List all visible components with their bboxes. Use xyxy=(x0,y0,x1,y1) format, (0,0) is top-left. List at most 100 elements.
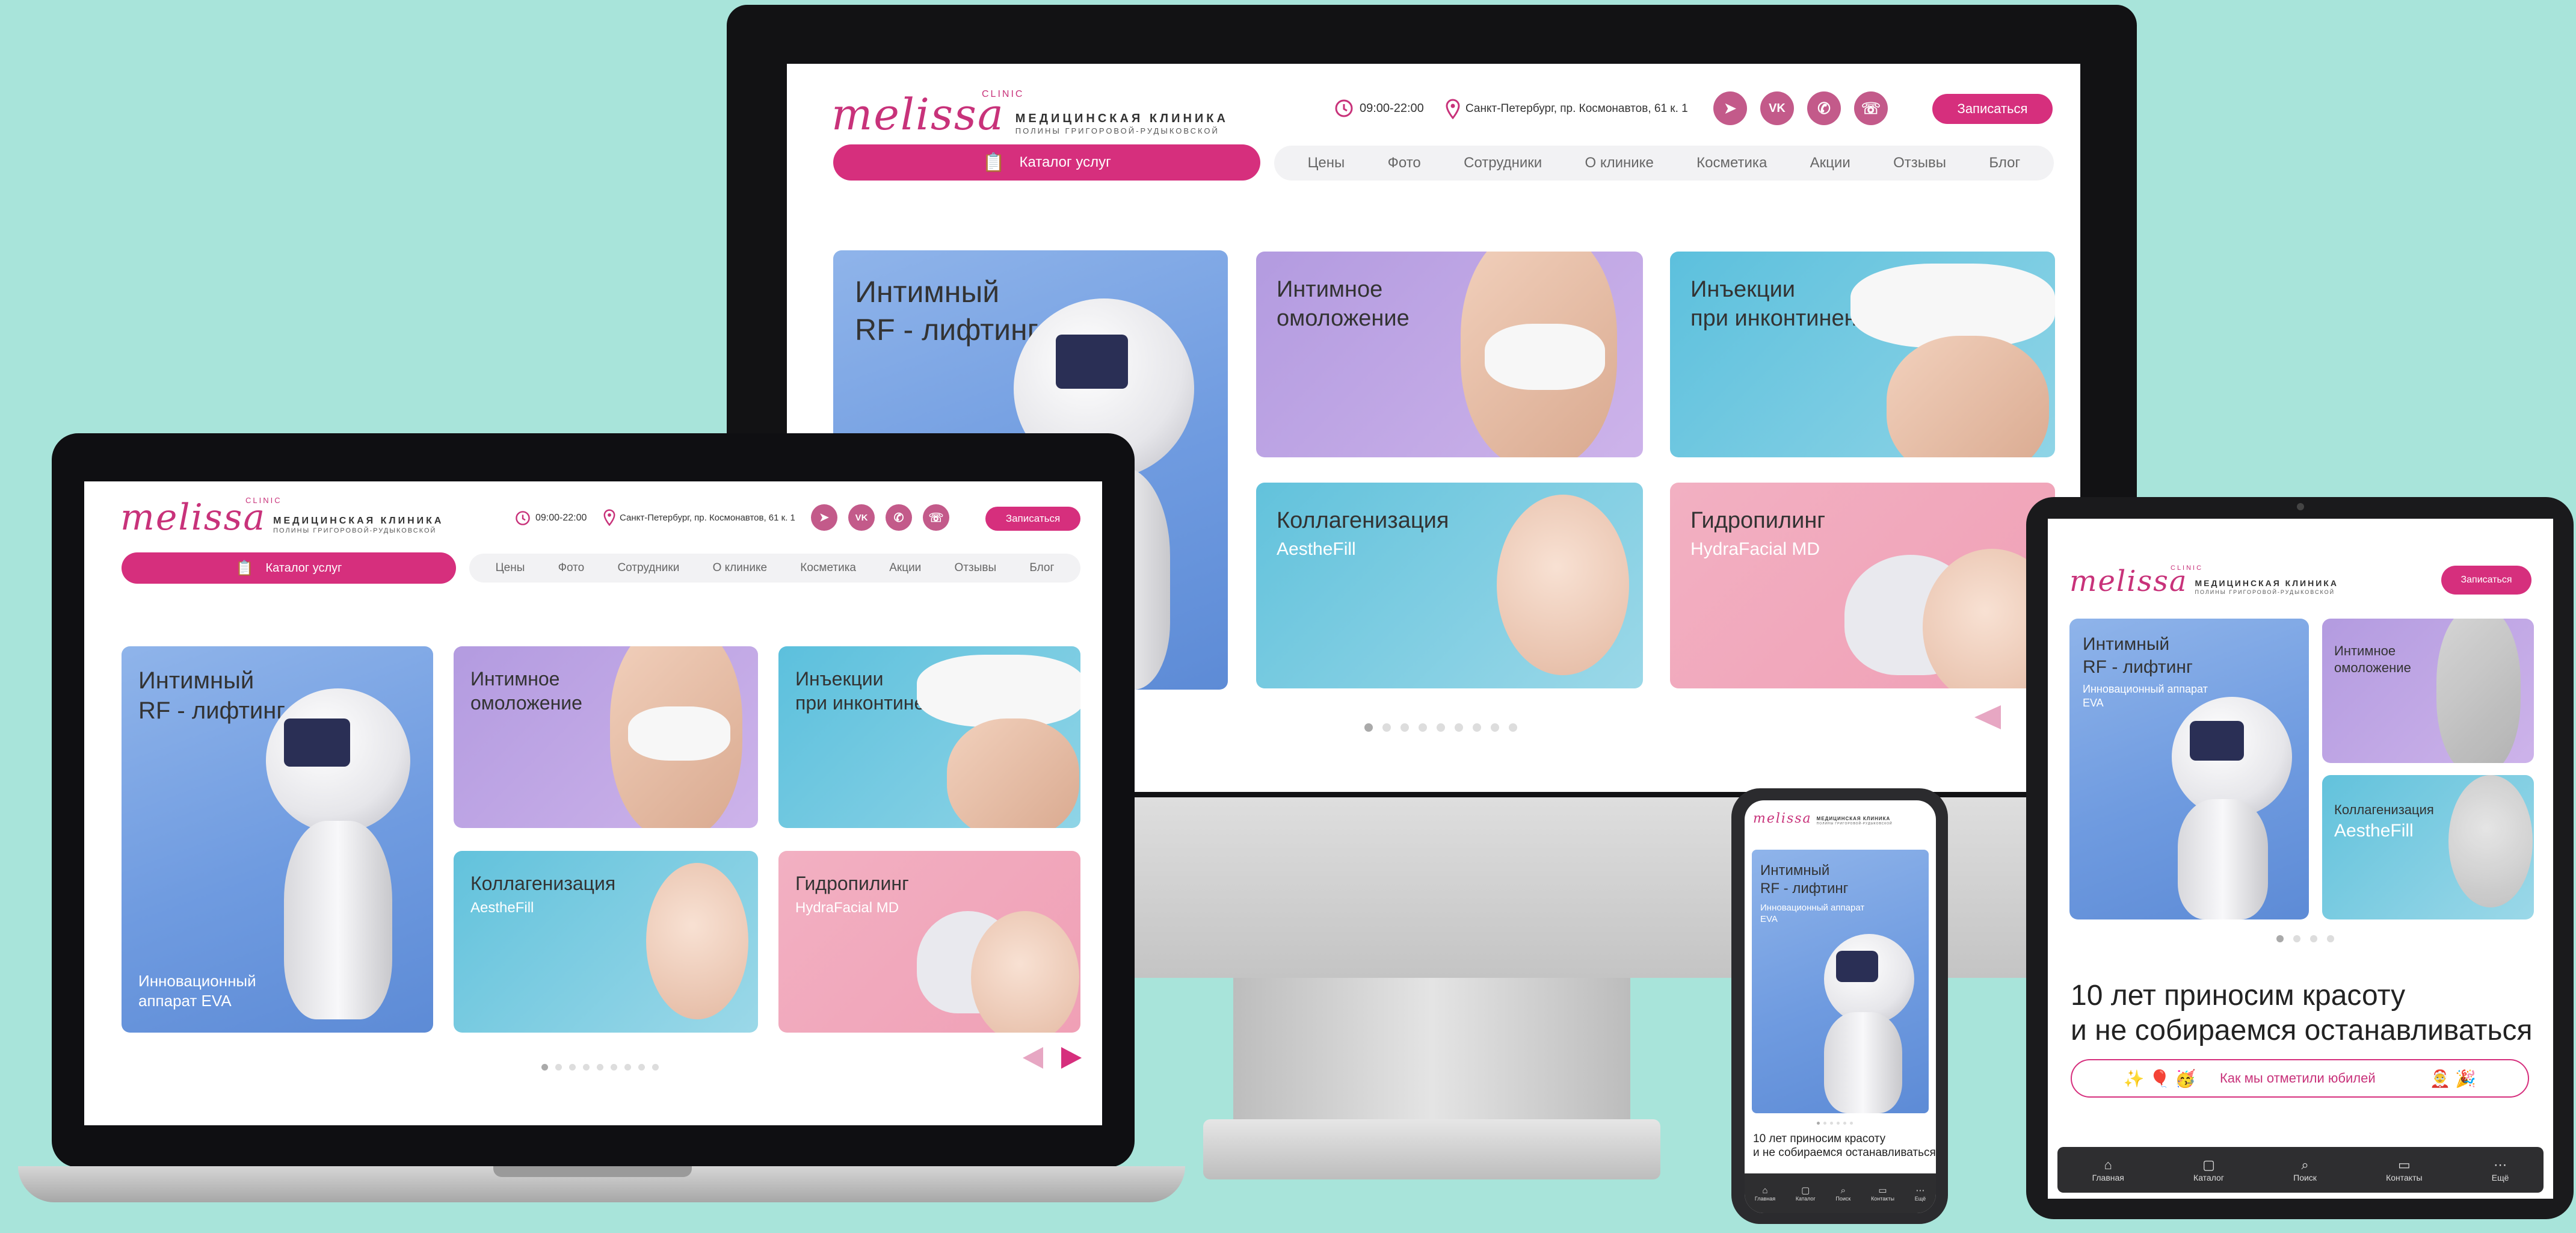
nav-catalog[interactable]: ▢ Каталог xyxy=(2193,1157,2224,1182)
slider-dot[interactable] xyxy=(1823,1122,1826,1125)
nav-prices[interactable]: Цены xyxy=(496,561,525,575)
slider-dot[interactable] xyxy=(652,1064,659,1071)
slider-prev-arrow[interactable] xyxy=(1023,1047,1043,1069)
card-rf-lifting[interactable]: Интимный RF - лифтинг Инновационный аппа… xyxy=(122,646,433,1033)
clock-icon xyxy=(516,511,530,525)
slider-dot[interactable] xyxy=(597,1064,603,1071)
whatsapp-icon[interactable]: ✆ xyxy=(1807,91,1841,125)
slider-dot[interactable] xyxy=(2293,935,2300,942)
nav-blog[interactable]: Блог xyxy=(1989,155,2020,172)
viber-icon[interactable]: ☏ xyxy=(1854,91,1888,125)
nav-search[interactable]: ⌕ Поиск xyxy=(1835,1185,1850,1202)
slider-dot[interactable] xyxy=(638,1064,645,1071)
slider-dot[interactable] xyxy=(1419,723,1427,732)
slider-dot[interactable] xyxy=(1837,1122,1840,1125)
card-collagenization[interactable]: Коллагенизация AestheFill xyxy=(1256,483,1643,688)
slider-dot[interactable] xyxy=(1843,1122,1846,1125)
card-incontinence-injections[interactable]: Инъекции при инконтиненции xyxy=(778,646,1080,828)
nav-home[interactable]: ⌂ Главная xyxy=(2092,1157,2124,1182)
promo-heading-line1: 10 лет приносим красоту xyxy=(1753,1133,1886,1145)
nav-prices[interactable]: Цены xyxy=(1308,155,1345,172)
nav-cosmetics[interactable]: Косметика xyxy=(800,561,856,575)
logo[interactable]: melissa CLINIC МЕДИЦИНСКАЯ КЛИНИКА ПОЛИН… xyxy=(2069,564,2338,596)
slider-dot[interactable] xyxy=(1830,1122,1833,1125)
nav-staff[interactable]: Сотрудники xyxy=(1464,155,1542,172)
card-rf-lifting[interactable]: Интимный RF - лифтинг Инновационный аппа… xyxy=(2069,619,2309,919)
nav-more[interactable]: ⋯ Ещё xyxy=(2492,1157,2509,1182)
nav-promotions[interactable]: Акции xyxy=(889,561,921,575)
whatsapp-icon[interactable]: ✆ xyxy=(886,504,912,531)
slider-dot[interactable] xyxy=(1400,723,1409,732)
nav-reviews[interactable]: Отзывы xyxy=(955,561,997,575)
slider-next-arrow[interactable] xyxy=(1061,1047,1082,1069)
vk-icon[interactable]: VK xyxy=(848,504,875,531)
catalog-label: Каталог услуг xyxy=(1019,154,1111,170)
card-rf-subtitle: Инновационный аппарат EVA xyxy=(138,971,256,1010)
address[interactable]: Санкт-Петербург, пр. Космонавтов, 61 к. … xyxy=(1445,99,1688,119)
slider-dot[interactable] xyxy=(1455,723,1463,732)
logo[interactable]: melissa CLINIC МЕДИЦИНСКАЯ КЛИНИКА ПОЛИН… xyxy=(831,89,1228,136)
card-hydropeeling[interactable]: Гидропилинг HydraFacial MD xyxy=(778,851,1080,1033)
slider-dot[interactable] xyxy=(1382,723,1391,732)
book-button[interactable]: Записаться xyxy=(2441,566,2531,595)
nav-photo[interactable]: Фото xyxy=(1388,155,1421,172)
slider-dot[interactable] xyxy=(555,1064,562,1071)
catalog-button[interactable]: 📋 Каталог услуг xyxy=(122,552,456,584)
slider-dot[interactable] xyxy=(1473,723,1481,732)
nav-more-label: Ещё xyxy=(1914,1196,1926,1202)
jubilee-link[interactable]: ✨ 🎈 🥳 Как мы отметили юбилей 🤶 🎉 xyxy=(2071,1059,2529,1098)
nav-about[interactable]: О клинике xyxy=(713,561,767,575)
nav-reviews[interactable]: Отзывы xyxy=(1893,155,1946,172)
slider-dot[interactable] xyxy=(611,1064,617,1071)
logo[interactable]: melissa CLINIC МЕДИЦИНСКАЯ КЛИНИКА ПОЛИН… xyxy=(120,496,443,536)
vk-icon[interactable]: VK xyxy=(1760,91,1794,125)
card-incontinence-injections[interactable]: Инъекции при инконтиненции xyxy=(1670,252,2055,457)
nav-home[interactable]: ⌂ Главная xyxy=(1755,1185,1775,1202)
card-rejuv-title-line2: омоложение xyxy=(2334,660,2411,675)
slider-dot[interactable] xyxy=(1509,723,1517,732)
slider-dot[interactable] xyxy=(2310,935,2317,942)
nav-blog[interactable]: Блог xyxy=(1029,561,1054,575)
nav-catalog[interactable]: ▢ Каталог xyxy=(1796,1185,1816,1202)
nav-search[interactable]: ⌕ Поиск xyxy=(2293,1157,2317,1182)
slider-dot[interactable] xyxy=(583,1064,590,1071)
nav-promotions[interactable]: Акции xyxy=(1810,155,1850,172)
address[interactable]: Санкт-Петербург, пр. Космонавтов, 61 к. … xyxy=(603,509,795,526)
slider-dot[interactable] xyxy=(1364,723,1373,732)
slider-dot[interactable] xyxy=(624,1064,631,1071)
nav-contacts[interactable]: ▭ Контакты xyxy=(2386,1157,2422,1182)
book-button[interactable]: Записаться xyxy=(985,507,1080,531)
nav-about[interactable]: О клинике xyxy=(1585,155,1654,172)
slider-dot[interactable] xyxy=(541,1064,548,1071)
slider-prev-arrow[interactable] xyxy=(1974,705,2001,729)
slider-dot[interactable] xyxy=(2276,935,2284,942)
nav-contacts[interactable]: ▭ Контакты xyxy=(1871,1185,1894,1202)
card-collagenization[interactable]: Коллагенизация AestheFill xyxy=(454,851,758,1033)
slider-dot[interactable] xyxy=(1850,1122,1853,1125)
working-hours: 09:00-22:00 xyxy=(515,510,587,526)
slider-dot[interactable] xyxy=(569,1064,576,1071)
logo[interactable]: melissa МЕДИЦИНСКАЯ КЛИНИКА ПОЛИНЫ ГРИГО… xyxy=(1753,812,1893,826)
slider-dot[interactable] xyxy=(1491,723,1499,732)
viber-icon[interactable]: ☏ xyxy=(923,504,949,531)
card-intimate-rejuvenation[interactable]: Интимное омоложение xyxy=(1256,252,1643,457)
logo-clinic-tag: CLINIC xyxy=(2171,564,2204,572)
telegram-icon[interactable]: ➤ xyxy=(811,504,837,531)
card-hydropeeling[interactable]: Гидропилинг HydraFacial MD xyxy=(1670,483,2055,688)
telegram-icon[interactable]: ➤ xyxy=(1713,91,1747,125)
catalog-button[interactable]: 📋 Каталог услуг xyxy=(833,144,1260,181)
card-collagenization[interactable]: Коллагенизация AestheFill xyxy=(2322,775,2534,919)
nav-more[interactable]: ⋯ Ещё xyxy=(1915,1185,1926,1202)
card-intimate-rejuvenation[interactable]: Интимное омоложение xyxy=(2322,619,2534,763)
nav-cosmetics[interactable]: Косметика xyxy=(1696,155,1767,172)
nav-staff[interactable]: Сотрудники xyxy=(617,561,679,575)
monitor-stand-foot xyxy=(1203,1119,1660,1179)
card-intimate-rejuvenation[interactable]: Интимное омоложение xyxy=(454,646,758,828)
slider-dot[interactable] xyxy=(1817,1122,1820,1125)
book-button[interactable]: Записаться xyxy=(1932,94,2053,124)
nav-photo[interactable]: Фото xyxy=(558,561,585,575)
slider-dot[interactable] xyxy=(2327,935,2334,942)
slider-dot[interactable] xyxy=(1437,723,1445,732)
card-rf-lifting[interactable]: Интимный RF - лифтинг Инновационный аппа… xyxy=(1752,850,1929,1113)
bag-icon: ▢ xyxy=(2202,1157,2215,1172)
